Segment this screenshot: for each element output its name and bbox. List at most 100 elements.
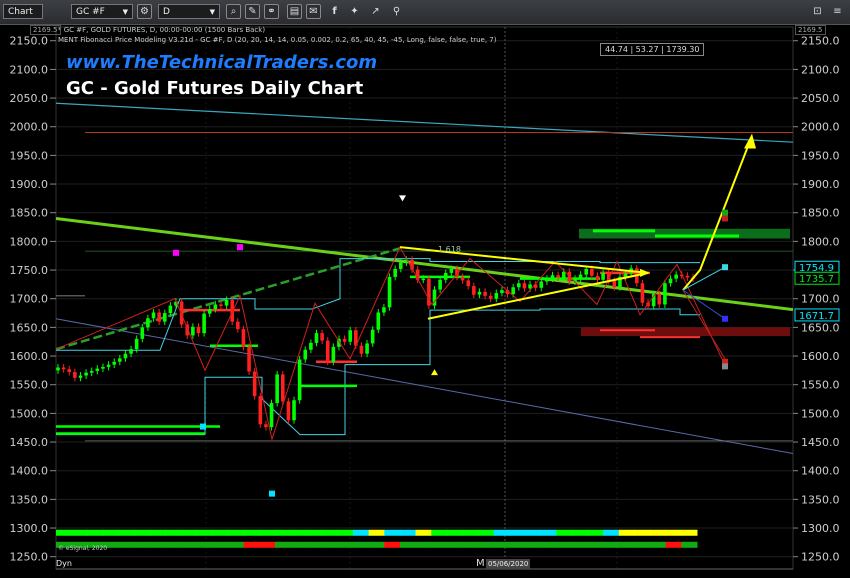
- indicator-bar-bottom: [321, 541, 338, 548]
- y-tick-label-left: 1650.0: [10, 321, 49, 334]
- marker-square: [722, 315, 728, 322]
- signal-up-triangle: [431, 369, 438, 376]
- indicator-bar-bottom: [415, 541, 432, 548]
- y-tick-label-right: 2150.0: [801, 35, 840, 48]
- indicator-bar-top: [259, 529, 276, 536]
- candle-body: [550, 275, 555, 279]
- price-chart: 2150.0 2150.0 2100.0 2100.0 2050.0 2050.0 2000…: [10, 26, 840, 578]
- candle-body: [213, 304, 218, 310]
- candle-body: [528, 284, 532, 289]
- indicator-bar-top: [681, 529, 698, 536]
- dyn-label[interactable]: Dyn: [56, 559, 72, 568]
- search-icon[interactable]: ⌕: [226, 4, 241, 19]
- layout-icon[interactable]: ▤: [287, 4, 302, 19]
- symbol-input[interactable]: GC #F ▼: [71, 4, 133, 19]
- y-tick-label-right: 1650.0: [801, 321, 840, 334]
- email-icon[interactable]: ✉: [306, 4, 321, 19]
- copyright: © eSignal, 2020: [58, 545, 108, 552]
- draw-icon[interactable]: ✎: [245, 4, 260, 19]
- indicator-bar-top: [399, 529, 417, 536]
- y-tick-label-left: 1700.0: [10, 293, 49, 306]
- candle-body: [89, 370, 94, 373]
- indicator-bar-bottom: [274, 541, 292, 548]
- candle-body: [106, 364, 111, 367]
- candle-body: [297, 359, 302, 401]
- y-tick-label-left: 1550.0: [10, 379, 49, 392]
- top-right-value: 2169.5: [795, 25, 826, 35]
- settings-icon[interactable]: ⚙: [137, 4, 152, 19]
- marker-square: [722, 209, 728, 216]
- y-tick-label-left: 1500.0: [10, 407, 49, 420]
- candle-body: [236, 321, 240, 330]
- indicator-bar-top: [353, 529, 370, 536]
- candle-body: [56, 367, 60, 371]
- marker-square: [269, 490, 275, 497]
- link-icon[interactable]: ⚭: [264, 4, 279, 19]
- indicator-bar-bottom: [306, 541, 323, 548]
- candle-body: [219, 304, 223, 306]
- y-tick-label-left: 2000.0: [10, 121, 49, 134]
- chart-area[interactable]: 2150.0 2150.0 2100.0 2100.0 2050.0 2050.0 2000…: [0, 24, 850, 578]
- indicator-bar-top: [181, 529, 198, 536]
- candle-body: [472, 286, 476, 295]
- candle-body: [196, 326, 201, 334]
- y-tick-label-right: 1800.0: [801, 235, 840, 248]
- indicator-bar-bottom: [587, 541, 604, 548]
- share-icon[interactable]: ↗: [368, 4, 383, 19]
- indicator-bar-bottom: [134, 541, 151, 548]
- lock-icon[interactable]: ⊡: [810, 4, 825, 19]
- candle-body: [438, 279, 442, 290]
- fib-zone-red: [581, 327, 790, 336]
- candle-body: [269, 403, 274, 428]
- indicator-bar-top: [243, 529, 260, 536]
- candle-body: [95, 368, 100, 371]
- menu-icon[interactable]: ≡: [830, 4, 845, 19]
- candle-body: [663, 283, 667, 305]
- candle-body: [348, 330, 353, 342]
- chart-title: GC - Gold Futures Daily Chart: [66, 78, 364, 99]
- candle-body: [157, 312, 161, 322]
- indicator-bar-top: [665, 529, 682, 536]
- indicator-bar-bottom: [525, 541, 542, 548]
- indicator-bar-top: [149, 529, 166, 536]
- candle-body: [252, 371, 257, 397]
- indicator-bar-bottom: [227, 541, 245, 548]
- candle-body: [342, 338, 347, 342]
- candle-body: [657, 294, 662, 305]
- candle-body: [477, 291, 482, 295]
- candle-body: [292, 400, 296, 421]
- indicator-bar-top: [431, 529, 448, 536]
- candle-body: [556, 275, 560, 278]
- candle-body: [129, 349, 133, 354]
- chart-tab[interactable]: Chart: [3, 4, 43, 19]
- indicator-bar-bottom: [165, 541, 182, 548]
- indicator-bar-bottom: [571, 541, 589, 548]
- candle-body: [264, 424, 268, 428]
- indicator-bar-bottom: [556, 541, 573, 548]
- candle-body: [168, 305, 173, 314]
- candle-body: [483, 291, 487, 296]
- y-tick-label-left: 1850.0: [10, 207, 49, 220]
- interval-select[interactable]: D ▼: [158, 4, 220, 19]
- indicator-bar-bottom: [618, 541, 635, 548]
- candle-body: [320, 333, 324, 341]
- candle-body: [146, 318, 150, 328]
- candle-body: [84, 372, 88, 376]
- indicator-bar-bottom: [493, 541, 510, 548]
- twitter-icon[interactable]: ✦: [347, 4, 362, 19]
- indicator-bar-top: [212, 529, 229, 536]
- candle-body: [303, 349, 308, 360]
- indicator-bar-bottom: [337, 541, 354, 548]
- facebook-icon[interactable]: f: [327, 4, 342, 19]
- crosshair-readout: 44.74 | 53.27 | 1739.30: [600, 43, 705, 56]
- indicator-bar-top: [118, 529, 135, 536]
- candle-body: [359, 345, 364, 354]
- pin-icon[interactable]: ⚲: [389, 4, 404, 19]
- candle-body: [162, 313, 167, 322]
- indicator-bar-bottom: [478, 541, 495, 548]
- y-tick-label-right: 1300.0: [801, 522, 840, 535]
- y-tick-label-right: 1450.0: [801, 436, 840, 449]
- indicator-bar-bottom: [196, 541, 213, 548]
- signal-down-triangle: [399, 195, 406, 202]
- y-tick-label-left: 2100.0: [10, 63, 49, 76]
